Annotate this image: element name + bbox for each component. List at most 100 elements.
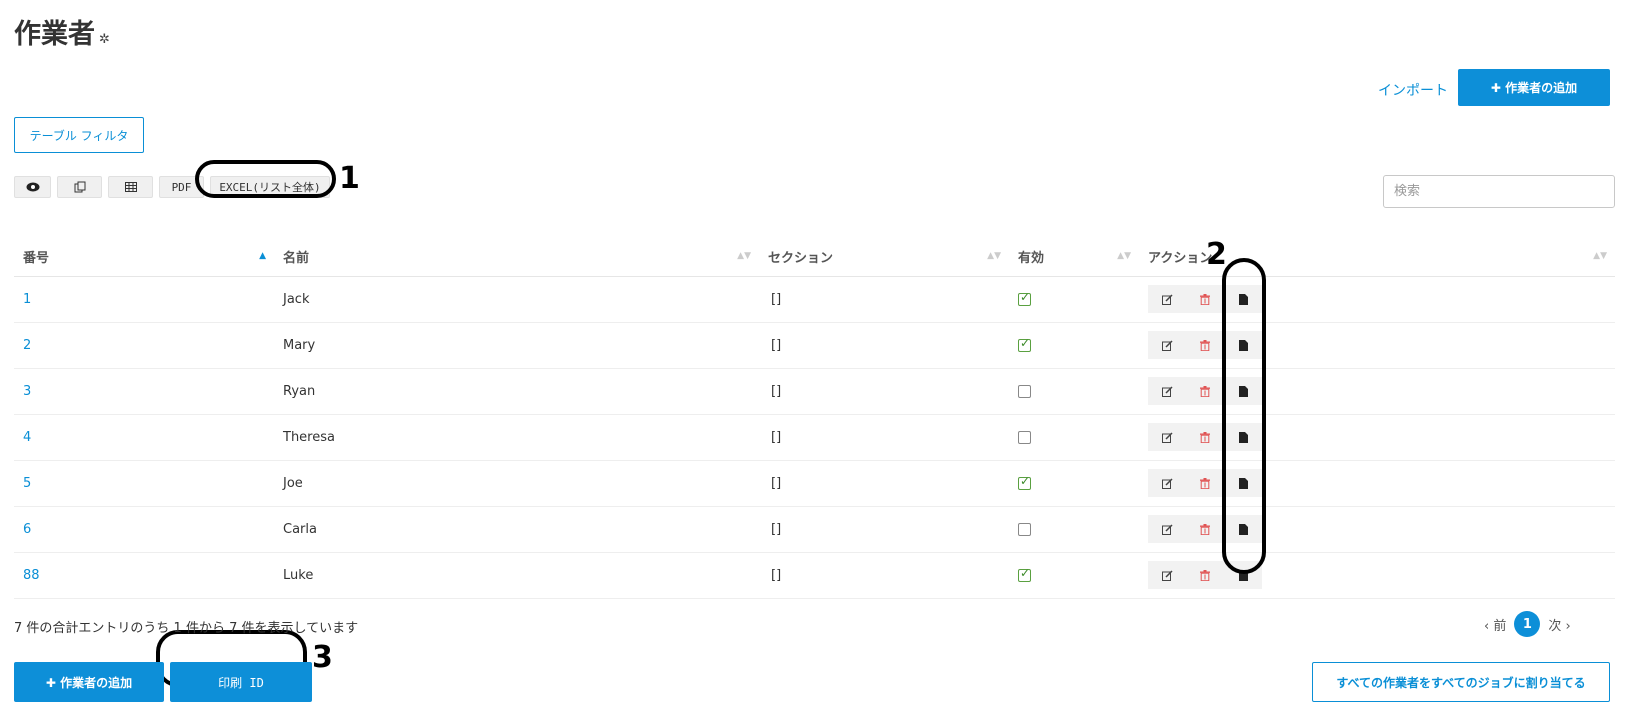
assign-all-button[interactable]: すべての作業者をすべてのジョブに割り当てる	[1312, 662, 1610, 702]
sort-icon: ▲▼	[1117, 251, 1131, 261]
delete-button[interactable]	[1186, 285, 1224, 313]
column-header-name[interactable]: 名前 ▲▼	[274, 238, 759, 277]
column-header-section[interactable]: セクション ▲▼	[759, 238, 1009, 277]
edit-icon	[1161, 293, 1173, 305]
cell-name: Carla	[274, 506, 759, 553]
cell-active	[1009, 368, 1139, 415]
document-button[interactable]	[1224, 561, 1262, 589]
edit-icon	[1161, 477, 1173, 489]
workers-table: 番号▲ 名前▲▼ セクション▲▼ 有効▲▼ アクション▲▼ 1Jack[]2Ma…	[14, 238, 1615, 599]
search-input[interactable]	[1383, 175, 1615, 208]
document-icon	[1238, 339, 1248, 351]
export-toolbar: PDF EXCEL(リスト全体)	[14, 176, 330, 198]
edit-button[interactable]	[1148, 469, 1186, 497]
document-button[interactable]	[1224, 515, 1262, 543]
column-header-label: セクション	[768, 251, 834, 267]
table-row: 2 Mary[]	[14, 322, 1615, 369]
cell-name: Luke	[274, 552, 759, 599]
delete-button[interactable]	[1186, 515, 1224, 543]
document-button[interactable]	[1224, 469, 1262, 497]
document-icon	[1238, 293, 1248, 305]
column-header-label: 有効	[1018, 251, 1045, 267]
worker-number-link[interactable]: 2	[23, 338, 31, 353]
table-row: 88 Luke[]	[14, 552, 1615, 599]
document-button[interactable]	[1224, 285, 1262, 313]
add-worker-bottom-button[interactable]: ✚ 作業者の追加	[14, 662, 164, 702]
edit-button[interactable]	[1148, 423, 1186, 451]
csv-button[interactable]	[108, 176, 153, 198]
active-checkbox[interactable]	[1018, 336, 1031, 352]
page-button[interactable]: 1	[1514, 611, 1541, 637]
worker-number-link[interactable]: 6	[23, 522, 31, 537]
edit-button[interactable]	[1148, 331, 1186, 359]
copy-button[interactable]	[57, 176, 102, 198]
prev-page-button[interactable]: ‹ 前	[1484, 615, 1506, 634]
row-actions	[1148, 423, 1615, 451]
cell-actions	[1139, 414, 1615, 461]
cell-name: Jack	[274, 276, 759, 323]
cell-actions	[1139, 460, 1615, 507]
delete-button[interactable]	[1186, 561, 1224, 589]
cell-name: Ryan	[274, 368, 759, 415]
cell-active	[1009, 276, 1139, 323]
cell-section: []	[759, 506, 1009, 553]
delete-button[interactable]	[1186, 331, 1224, 359]
edit-icon	[1161, 523, 1173, 535]
trash-icon	[1200, 293, 1210, 305]
worker-number-link[interactable]: 5	[23, 476, 31, 491]
add-worker-button[interactable]: ✚ 作業者の追加	[1458, 69, 1610, 106]
worker-number-link[interactable]: 88	[23, 568, 40, 583]
row-actions	[1148, 561, 1615, 589]
trash-icon	[1200, 569, 1210, 581]
page-title-text: 作業者	[14, 19, 95, 50]
pdf-button[interactable]: PDF	[159, 176, 204, 198]
column-header-active[interactable]: 有効 ▲▼	[1009, 238, 1139, 277]
next-page-button[interactable]: 次 ›	[1548, 615, 1570, 634]
active-checkbox[interactable]	[1018, 474, 1031, 490]
cell-actions	[1139, 552, 1615, 599]
active-checkbox[interactable]	[1018, 430, 1031, 444]
gear-icon[interactable]: ✲	[99, 32, 110, 47]
print-id-button[interactable]: 印刷 ID	[170, 662, 312, 702]
table-info: 7 件の合計エントリのうち 1 件から 7 件を表示しています	[14, 621, 359, 636]
document-button[interactable]	[1224, 423, 1262, 451]
trash-icon	[1200, 385, 1210, 397]
column-header-number[interactable]: 番号 ▲	[14, 238, 274, 277]
column-header-label: 名前	[283, 251, 310, 267]
table-row: 5 Joe[]	[14, 460, 1615, 507]
active-checkbox[interactable]	[1018, 384, 1031, 398]
annotation-number-3: 3	[312, 640, 333, 675]
annotation-number-2: 2	[1206, 237, 1227, 272]
cell-section: []	[759, 276, 1009, 323]
active-checkbox[interactable]	[1018, 290, 1031, 306]
edit-button[interactable]	[1148, 377, 1186, 405]
table-row: 1 Jack[]	[14, 276, 1615, 323]
delete-button[interactable]	[1186, 377, 1224, 405]
edit-button[interactable]	[1148, 515, 1186, 543]
document-button[interactable]	[1224, 331, 1262, 359]
document-button[interactable]	[1224, 377, 1262, 405]
row-actions	[1148, 331, 1615, 359]
worker-number-link[interactable]: 3	[23, 384, 31, 399]
row-actions	[1148, 285, 1615, 313]
eye-icon	[26, 182, 39, 192]
worker-number-link[interactable]: 4	[23, 430, 31, 445]
cell-name: Theresa	[274, 414, 759, 461]
document-icon	[1238, 385, 1248, 397]
import-link[interactable]: インポート	[1378, 80, 1448, 100]
delete-button[interactable]	[1186, 423, 1224, 451]
edit-button[interactable]	[1148, 561, 1186, 589]
delete-button[interactable]	[1186, 469, 1224, 497]
cell-active	[1009, 552, 1139, 599]
excel-button[interactable]: EXCEL(リスト全体)	[210, 176, 330, 198]
active-checkbox[interactable]	[1018, 566, 1031, 582]
edit-icon	[1161, 385, 1173, 397]
document-icon	[1238, 431, 1248, 443]
table-filter-button[interactable]: テーブル フィルタ	[14, 117, 144, 153]
active-checkbox[interactable]	[1018, 522, 1031, 536]
worker-number-link[interactable]: 1	[23, 292, 31, 307]
trash-icon	[1200, 431, 1210, 443]
edit-icon	[1161, 431, 1173, 443]
column-visibility-button[interactable]	[14, 176, 51, 198]
edit-button[interactable]	[1148, 285, 1186, 313]
